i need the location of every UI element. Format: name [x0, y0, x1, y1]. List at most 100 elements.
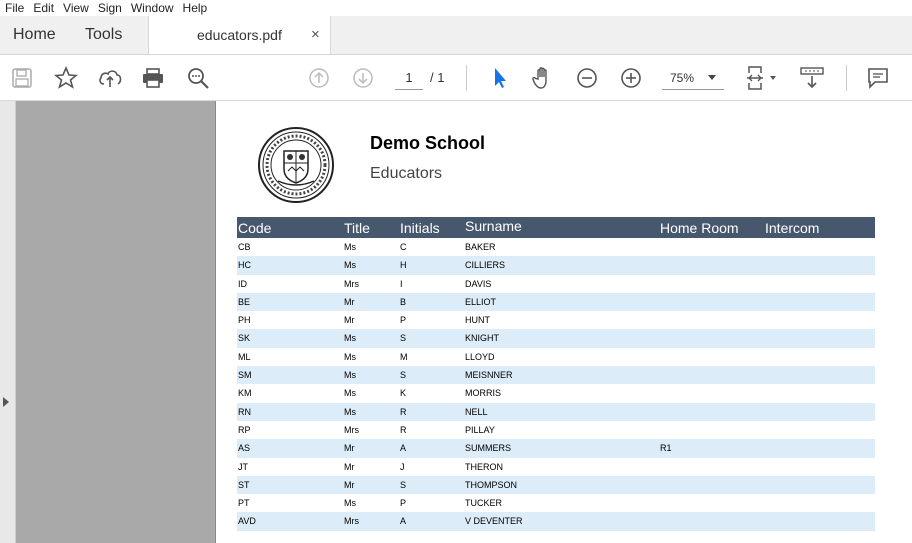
cell-code: PT [238, 498, 250, 509]
cell-initials: P [400, 315, 407, 326]
cell-surname: THERON [465, 461, 503, 472]
left-panel-toggle[interactable] [0, 101, 16, 543]
cell-surname: SUMMERS [465, 443, 512, 454]
cell-code: JT [238, 461, 248, 472]
cell-title: Mr [344, 479, 355, 490]
cell-title: Ms [344, 333, 356, 344]
close-tab-icon[interactable]: × [311, 26, 320, 43]
cell-home-room: R1 [660, 443, 672, 454]
table-row: PH Mr P HUNT [237, 311, 875, 329]
cell-surname: NELL [465, 406, 488, 417]
hand-pan-icon[interactable] [530, 65, 556, 91]
comment-icon[interactable] [865, 65, 891, 91]
table-row: SK Ms S KNIGHT [237, 329, 875, 348]
column-header-initials: Initials [400, 220, 440, 236]
cell-code: RN [238, 406, 251, 417]
tab-document[interactable]: educators.pdf × [148, 16, 331, 54]
cell-initials: S [400, 370, 407, 381]
cell-code: ID [238, 278, 247, 289]
column-header-title: Title [344, 220, 370, 236]
educators-table: Code Title Initials Surname Home Room In… [237, 217, 875, 531]
zoom-level-select[interactable]: 75% [662, 67, 724, 90]
cell-surname: HUNT [465, 315, 490, 326]
page-up-icon[interactable] [306, 65, 332, 91]
cell-surname: CILLIERS [465, 260, 506, 271]
tab-bar: Home Tools educators.pdf × [0, 16, 912, 55]
menu-file[interactable]: File [0, 0, 24, 16]
menu-window[interactable]: Window [126, 0, 174, 16]
cell-surname: TUCKER [465, 498, 503, 509]
tab-document-label: educators.pdf [197, 27, 282, 43]
cell-code: RP [238, 424, 251, 435]
cell-surname: LLOYD [465, 351, 495, 362]
cell-initials: S [400, 333, 407, 344]
tab-tools[interactable]: Tools [85, 26, 122, 44]
cell-title: Ms [344, 260, 356, 271]
scroll-mode-icon[interactable] [799, 65, 825, 91]
cell-title: Ms [344, 498, 356, 509]
cell-code: BE [238, 296, 251, 307]
toolbar-divider [846, 65, 847, 91]
bookmark-star-icon[interactable] [53, 65, 79, 91]
upload-cloud-icon[interactable] [97, 65, 123, 91]
table-row: CB Ms C BAKER [237, 238, 875, 256]
cell-initials: C [400, 242, 407, 252]
menu-view[interactable]: View [58, 0, 89, 16]
expand-panel-icon [3, 397, 9, 407]
cell-code: ST [238, 479, 250, 490]
cell-code: CB [238, 242, 251, 252]
table-row: ST Mr S THOMPSON [237, 475, 875, 495]
cell-code: AVD [238, 516, 256, 527]
table-row: PT Ms P TUCKER [237, 494, 875, 512]
cell-title: Mrs [344, 278, 359, 289]
tab-home[interactable]: Home [13, 26, 56, 44]
zoom-level-value: 75% [670, 71, 695, 85]
cell-title: Mr [344, 443, 355, 454]
zoom-out-icon[interactable] [574, 65, 600, 91]
cell-surname: V DEVENTER [465, 516, 523, 527]
table-header: Code Title Initials Surname Home Room In… [237, 217, 875, 238]
menu-edit[interactable]: Edit [28, 0, 54, 16]
cell-title: Ms [344, 388, 356, 399]
table-row: JT Mr J THERON [237, 458, 875, 476]
fit-page-icon[interactable] [745, 65, 779, 91]
cell-initials: S [400, 479, 407, 490]
table-row: ML Ms M LLOYD [237, 348, 875, 366]
search-zoom-icon[interactable] [185, 65, 211, 91]
page-total: / 1 [430, 70, 445, 85]
cell-surname: MEISNNER [465, 370, 513, 381]
cell-initials: H [400, 260, 407, 271]
table-row: SM Ms S MEISNNER [237, 366, 875, 385]
cell-surname: MORRIS [465, 388, 501, 399]
cell-title: Ms [344, 406, 356, 417]
cell-surname: DAVIS [465, 278, 492, 289]
page-number-input[interactable]: 1 [395, 67, 423, 90]
cell-code: KM [238, 388, 252, 399]
cell-initials: A [400, 443, 407, 454]
table-row: HC Ms H CILLIERS [237, 256, 875, 275]
cell-title: Mr [344, 315, 355, 326]
cell-code: SM [238, 370, 252, 381]
cell-code: HC [238, 260, 251, 271]
cell-title: Ms [344, 242, 356, 252]
print-icon[interactable] [140, 65, 166, 91]
zoom-in-icon[interactable] [618, 65, 644, 91]
toolbar: 1 / 1 75% [0, 55, 912, 101]
column-header-code: Code [238, 220, 272, 236]
table-row: AS Mr A SUMMERS R1 [237, 439, 875, 458]
cell-initials: K [400, 388, 407, 399]
menu-help[interactable]: Help [178, 0, 208, 16]
cell-title: Mrs [344, 516, 359, 527]
cell-surname: BAKER [465, 242, 496, 252]
page-down-icon[interactable] [350, 65, 376, 91]
cell-title: Ms [344, 370, 356, 381]
menu-sign[interactable]: Sign [93, 0, 122, 16]
cell-initials: P [400, 498, 407, 509]
cell-code: AS [238, 443, 251, 454]
cell-surname: THOMPSON [465, 479, 518, 490]
select-cursor-icon[interactable] [487, 65, 513, 91]
table-body: CB Ms C BAKER HC Ms H CILLIERS ID Mrs I DAVIS BE Mr B E… [237, 238, 875, 531]
table-row: RP Mrs R PILLAY [237, 421, 875, 439]
save-icon[interactable] [9, 65, 35, 91]
column-header-intercom: Intercom [765, 220, 820, 236]
